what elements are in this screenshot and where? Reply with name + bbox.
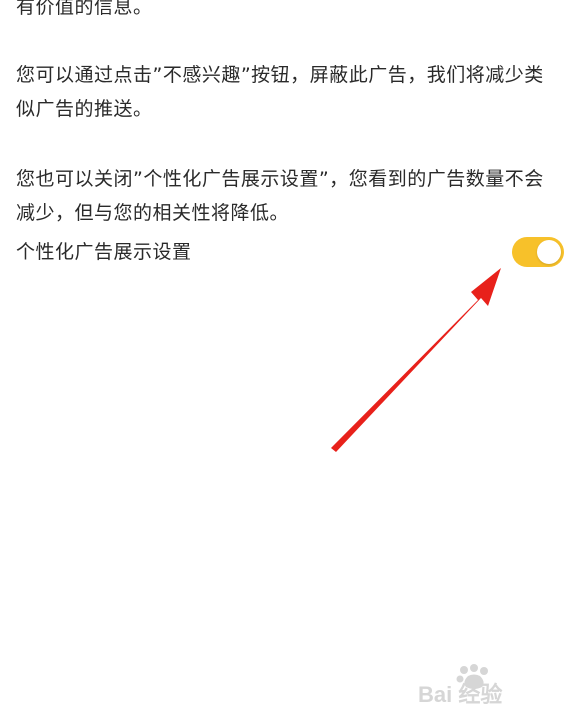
personalized-ads-toggle[interactable] [512,237,564,267]
personalized-ads-setting-label: 个性化广告展示设置 [16,241,192,263]
paragraph-personalized-ads: 您也可以关闭”个性化广告展示设置”，您看到的广告数量不会减少，但与您的相关性将降… [16,168,544,224]
arrow-shape [331,268,501,452]
toggle-knob [537,240,561,264]
description-text: 有价值的信息。 您可以通过点击”不感兴趣”按钮，屏蔽此广告，我们将减少类似广告的… [16,0,558,230]
paragraph-not-interested: 您可以通过点击”不感兴趣”按钮，屏蔽此广告，我们将减少类似广告的推送。 [16,64,544,120]
watermark-text: Bai 经验 [418,682,502,707]
paragraph-info-end: 有价值的信息。 [16,0,153,18]
personalized-ads-setting-row: 个性化广告展示设置 [16,234,564,270]
baidu-jingyan-watermark: Bai 经验 [418,664,502,707]
